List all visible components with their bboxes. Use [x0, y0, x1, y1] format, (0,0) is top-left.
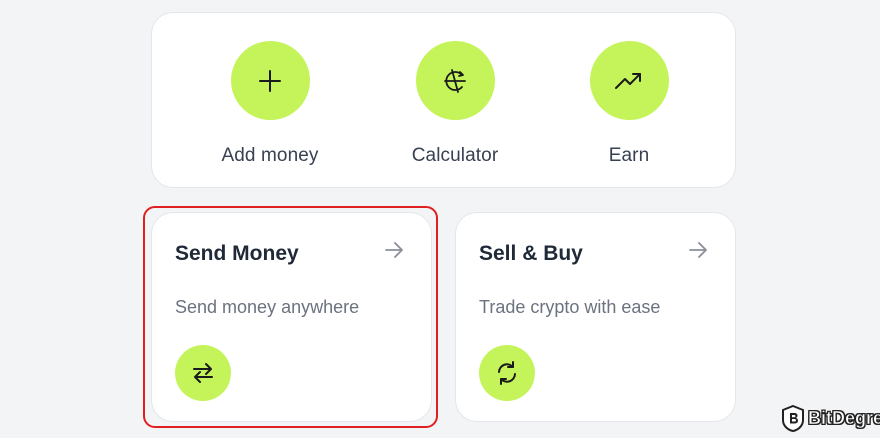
- bitdegree-logo-icon: [782, 405, 804, 432]
- sell-buy-subtitle: Trade crypto with ease: [479, 297, 661, 317]
- sell-buy-title: Sell & Buy: [479, 242, 583, 265]
- trend-up-icon: [589, 41, 669, 120]
- send-money-title: Send Money: [175, 242, 299, 265]
- bitdegree-wordmark: BitDegree: [808, 408, 880, 429]
- send-money-card[interactable]: Send Money Send money anywhere: [151, 212, 432, 422]
- calculator-label: Calculator: [411, 145, 499, 166]
- add-money-label: Add money: [221, 145, 319, 166]
- sell-buy-card[interactable]: Sell & Buy Trade crypto with ease: [455, 212, 736, 422]
- arrow-right-icon: [689, 242, 707, 258]
- arrow-right-icon: [385, 242, 403, 258]
- transfer-arrows-icon: [175, 345, 231, 401]
- calculator-button[interactable]: Calculator: [385, 41, 525, 167]
- plus-icon: [230, 41, 310, 120]
- earn-label: Earn: [608, 145, 650, 166]
- calculator-icon: [415, 41, 495, 120]
- add-money-button[interactable]: Add money: [200, 41, 340, 167]
- send-money-subtitle: Send money anywhere: [175, 297, 360, 317]
- earn-button[interactable]: Earn: [559, 41, 699, 167]
- bitdegree-watermark: BitDegree: [782, 405, 880, 432]
- refresh-icon: [479, 345, 535, 401]
- quick-actions-card: Add money Calculator Earn: [151, 12, 736, 188]
